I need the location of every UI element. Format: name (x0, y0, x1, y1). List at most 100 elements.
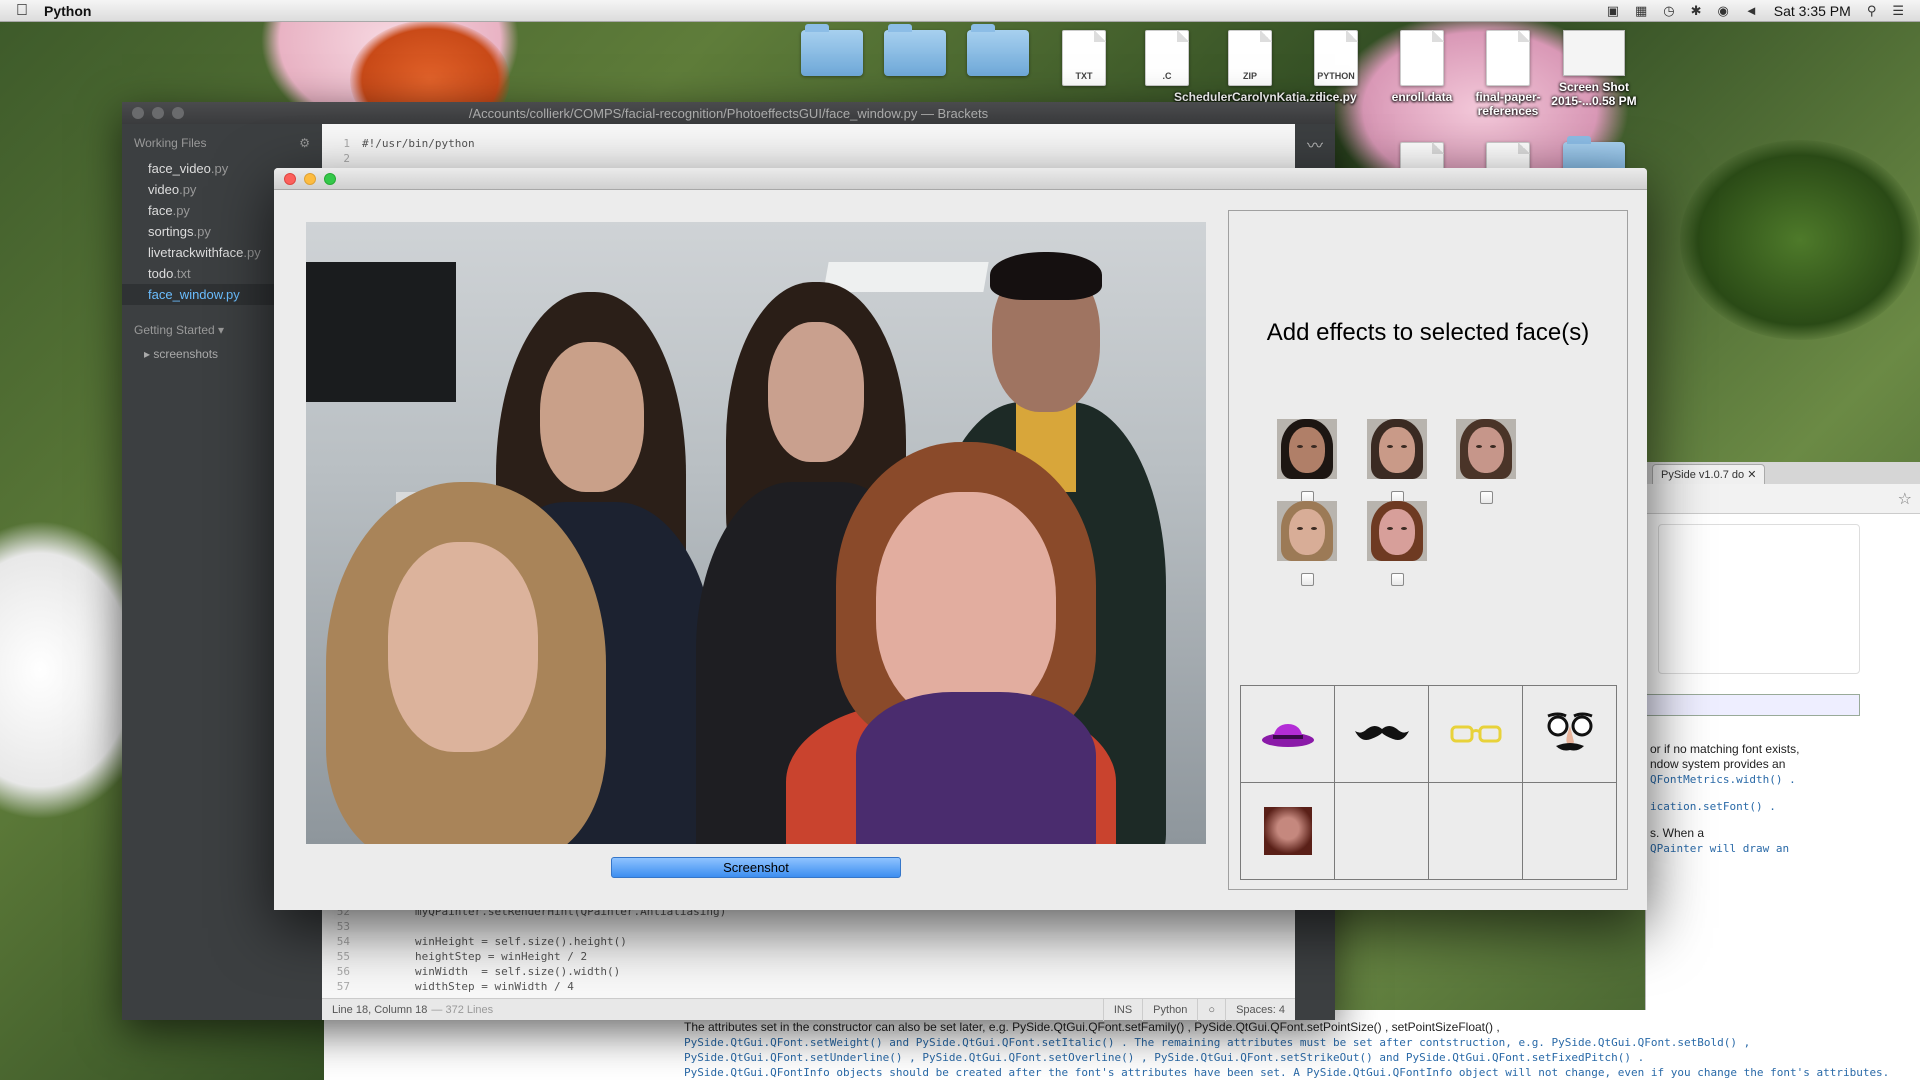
bluetooth-icon[interactable]: ✱ (1691, 3, 1702, 19)
minimize-button[interactable] (152, 107, 164, 119)
dropbox-icon[interactable]: ▣ (1607, 3, 1619, 19)
folder-icon (884, 24, 946, 76)
calendar-icon[interactable]: ▦ (1635, 3, 1647, 19)
browser-toolbar: ☆ (1646, 484, 1920, 514)
bookmark-star-icon[interactable]: ☆ (1898, 489, 1912, 509)
doc-snippet: s. When a (1650, 826, 1705, 840)
doc-bottom-text: The attributes set in the constructor ca… (324, 1010, 1920, 1080)
file-name: todo (148, 266, 174, 281)
mustache-effect[interactable] (1335, 686, 1429, 783)
doc-snippet: ndow system provides an (1650, 757, 1786, 771)
doc-paragraph-line: PySide.QtGui.QFont.setUnderline() , PySi… (684, 1051, 1645, 1064)
document-icon (1486, 30, 1530, 86)
search-icon[interactable]: ⚲ (1867, 3, 1877, 19)
menu-bar:  Python ▣ ▦ ◷ ✱ ◉ ◄ Sat 3:35 PM ⚲ ☰ (0, 0, 1920, 22)
screenshot-button[interactable]: Screenshot (611, 857, 901, 878)
list-icon[interactable]: ☰ (1892, 3, 1904, 19)
apple-icon[interactable]:  (0, 2, 44, 20)
code-line[interactable]: 1 #!/usr/bin/python (322, 136, 1295, 151)
close-button[interactable] (132, 107, 144, 119)
face-item (1277, 501, 1337, 586)
code-text: widthStep = winWidth / 4 (362, 980, 574, 993)
file-type-tag: PYTHON (1317, 71, 1355, 81)
document-icon: .C (1145, 30, 1189, 86)
camera-feed[interactable] (306, 222, 1206, 844)
code-line[interactable]: 55 heightStep = winHeight / 2 (322, 949, 1295, 964)
insert-mode-toggle[interactable]: INS (1102, 998, 1142, 1021)
line-number: 55 (336, 950, 350, 963)
code-line[interactable]: 54 winHeight = self.size().height() (322, 934, 1295, 949)
code-text: winHeight = self.size().height() (362, 935, 627, 948)
file-ext: .py (179, 182, 197, 197)
working-files-heading: Working Files ⚙ (122, 124, 322, 158)
code-line[interactable]: 2 (322, 151, 1295, 166)
line-number: 1 (343, 137, 350, 150)
photoeffects-window: Screenshot Add effects to selected face(… (274, 168, 1647, 910)
doc-search-box (1658, 524, 1860, 674)
close-button[interactable] (284, 172, 296, 185)
doc-snippet[interactable]: ication.setFont() . (1650, 799, 1920, 814)
app-name-menu[interactable]: Python (44, 3, 91, 19)
file-ext: .py (243, 245, 261, 260)
face-item (1367, 419, 1427, 504)
face-checkbox[interactable] (1390, 573, 1404, 586)
empty-effect-2[interactable] (1429, 783, 1523, 880)
screenshot-thumbnail-icon (1563, 30, 1625, 76)
disguise-glasses-icon (1546, 712, 1593, 751)
live-preview-icon[interactable]: 〰 (1295, 132, 1335, 156)
mustache-icon (1354, 726, 1409, 740)
desktop-icon[interactable]: Screen Shot 2015-...0.58 PM (1539, 30, 1649, 108)
zoom-button[interactable] (172, 107, 184, 119)
folder-label: screenshots (153, 347, 219, 361)
hat-effect[interactable] (1241, 686, 1335, 783)
browser-tabstrip: PySide v1.0.7 do ✕ (1646, 462, 1920, 484)
wall-tv (306, 262, 456, 402)
file-name: face (148, 203, 173, 218)
face-swap-icon (1263, 807, 1312, 855)
desktop-icon-label: enroll.data (1391, 90, 1453, 104)
doc-snippet[interactable]: QFontMetrics.width() . (1650, 772, 1920, 787)
empty-effect-3[interactable] (1523, 783, 1617, 880)
cursor-position: Line 18, Column 18 (332, 1003, 428, 1016)
code-line[interactable]: 53 (322, 919, 1295, 934)
file-name: livetrackwithface (148, 245, 244, 260)
face-checkbox[interactable] (1300, 573, 1314, 586)
indent-select[interactable]: Spaces: 4 (1225, 998, 1295, 1021)
doc-paragraph-line: PySide.QtGui.QFontInfo objects should be… (684, 1066, 1890, 1079)
browser-tab-label: PySide v1.0.7 do (1661, 469, 1745, 481)
glasses-effect[interactable] (1429, 686, 1523, 783)
working-files-label: Working Files (134, 136, 207, 150)
gear-icon[interactable]: ⚙ (299, 136, 310, 150)
folder-icon (967, 24, 1029, 76)
browser-tab[interactable]: PySide v1.0.7 do ✕ (1652, 464, 1766, 484)
folder-icon (801, 24, 863, 76)
language-select[interactable]: Python (1142, 998, 1197, 1021)
document-icon: TXT (1062, 30, 1106, 86)
swap-effect[interactable] (1241, 783, 1335, 880)
face-item (1456, 419, 1516, 504)
file-type-tag: TXT (1075, 71, 1093, 81)
code-line[interactable]: 57 widthStep = winWidth / 4 (322, 979, 1295, 994)
line-number: 57 (336, 980, 350, 993)
clock[interactable]: Sat 3:35 PM (1774, 3, 1851, 19)
face-checkbox[interactable] (1479, 491, 1493, 504)
face-item (1367, 501, 1427, 586)
wifi-icon[interactable]: ◉ (1718, 3, 1729, 19)
line-count: — 372 Lines (431, 1003, 494, 1016)
window-title: /Accounts/collierk/COMPS/facial-recognit… (468, 105, 989, 121)
effects-title: Add effects to selected face(s) (1266, 319, 1590, 346)
disguise-effect[interactable] (1523, 686, 1617, 783)
effects-grid (1240, 685, 1617, 880)
face-thumbnail (1277, 419, 1337, 479)
browser-window: PySide v1.0.7 do ✕ ☆ or if no matching f… (1645, 462, 1920, 1080)
zoom-button[interactable] (324, 172, 336, 185)
linter-status-icon[interactable]: ○ (1197, 998, 1225, 1021)
volume-icon[interactable]: ◄ (1745, 3, 1758, 18)
empty-effect-1[interactable] (1335, 783, 1429, 880)
time-machine-icon[interactable]: ◷ (1663, 3, 1674, 19)
code-line[interactable]: 56 winWidth = self.size().width() (322, 964, 1295, 979)
doc-paragraph-line: PySide.QtGui.QFont.setWeight() and PySid… (684, 1036, 1751, 1049)
file-name: face_video (148, 161, 211, 176)
app-titlebar (274, 168, 1647, 190)
minimize-button[interactable] (304, 172, 316, 185)
